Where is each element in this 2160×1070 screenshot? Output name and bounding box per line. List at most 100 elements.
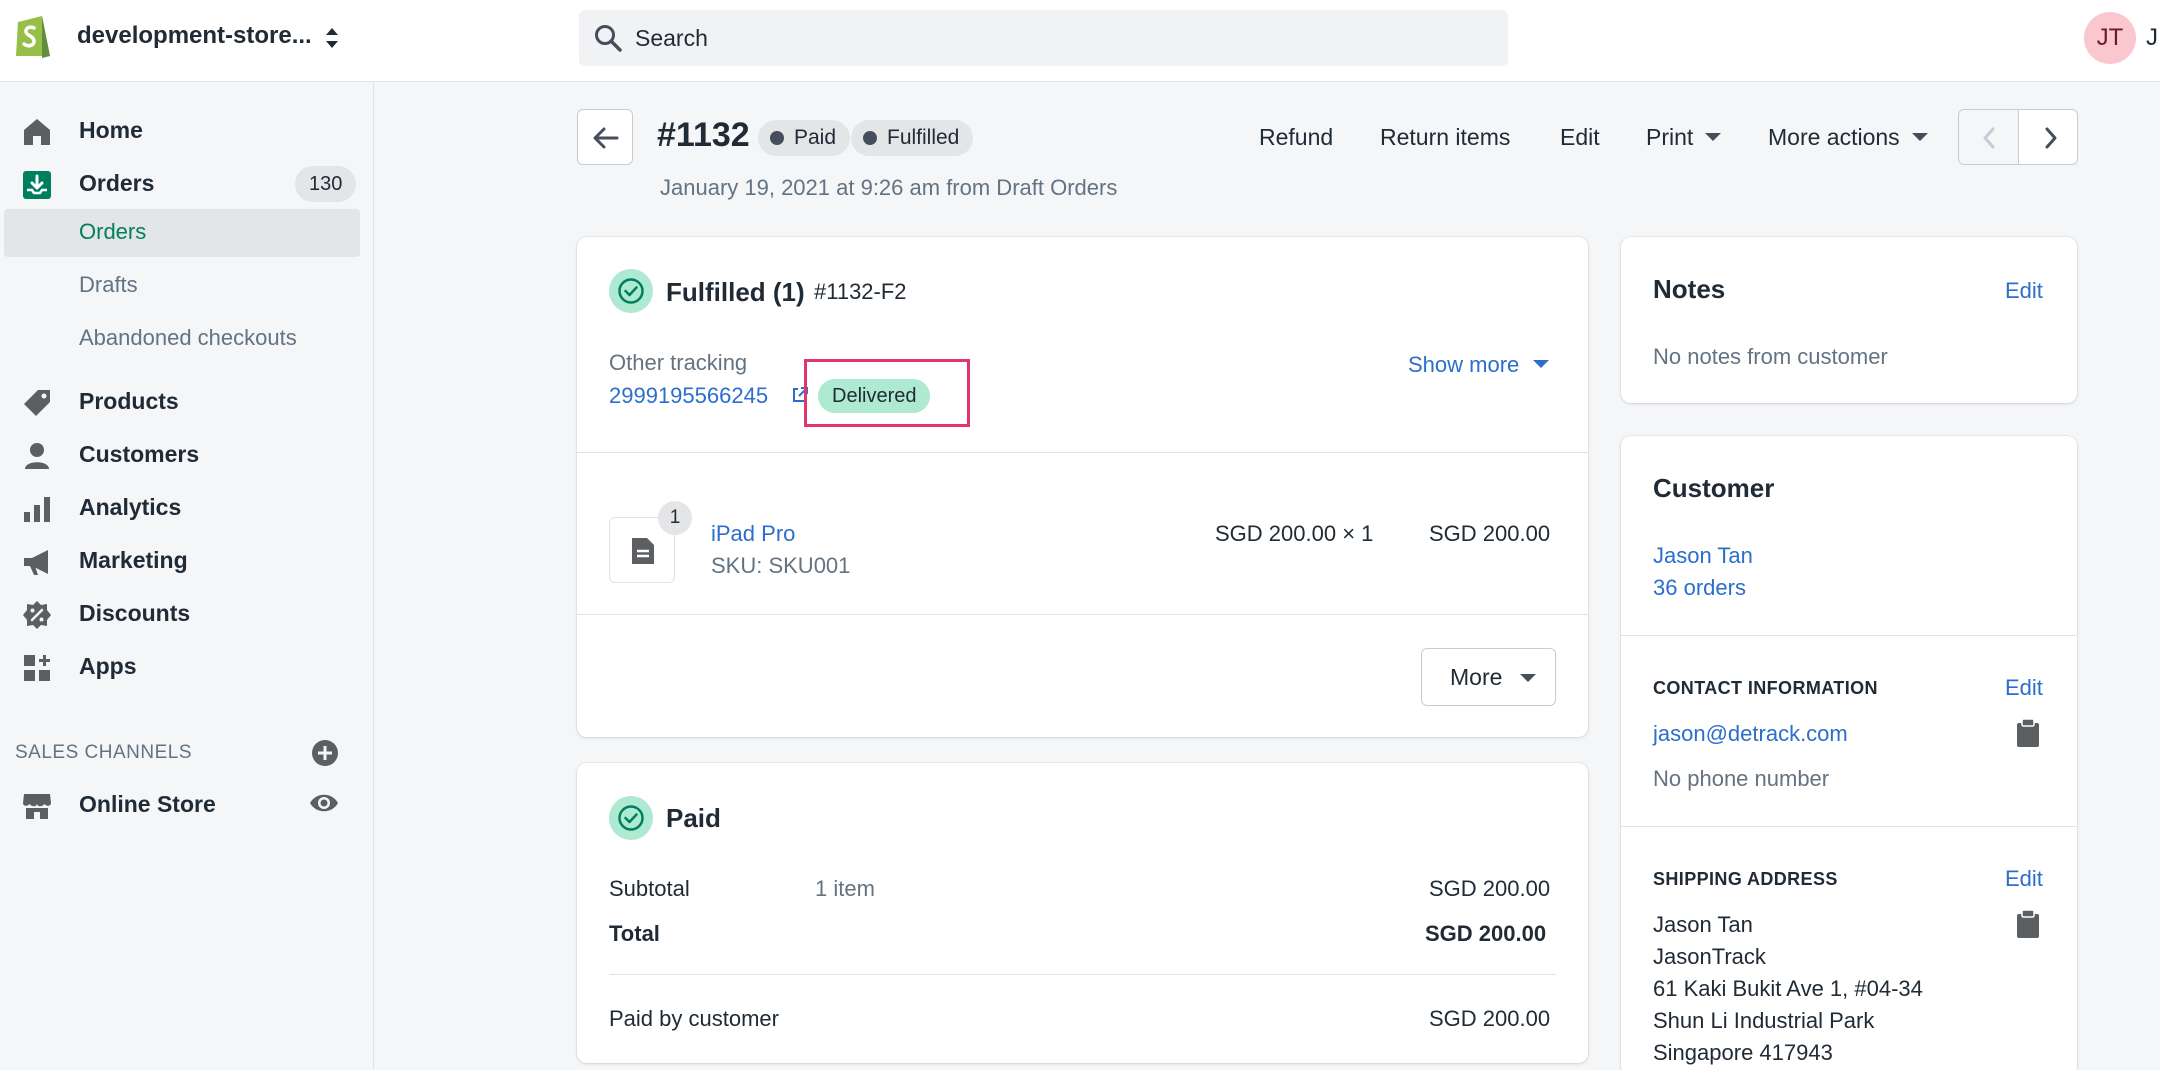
sidebar-item-label: Products bbox=[79, 388, 179, 414]
search-bar[interactable] bbox=[579, 10, 1508, 66]
print-label: Print bbox=[1646, 124, 1694, 150]
eye-icon[interactable] bbox=[308, 788, 340, 818]
divider bbox=[1621, 635, 2077, 636]
sidebar: Home Orders 130 Orders Drafts Abandoned … bbox=[0, 82, 374, 1070]
line-total: SGD 200.00 bbox=[1429, 521, 1551, 546]
divider bbox=[577, 452, 1588, 453]
tracking-label: Other tracking bbox=[609, 350, 748, 375]
add-circle-icon[interactable] bbox=[310, 738, 340, 768]
store-name[interactable]: development-store... bbox=[77, 22, 312, 50]
document-icon bbox=[632, 538, 654, 564]
product-name-link[interactable]: iPad Pro bbox=[711, 521, 795, 547]
contact-edit-link[interactable]: Edit bbox=[2005, 675, 2043, 701]
divider bbox=[1621, 826, 2077, 827]
clipboard-icon[interactable] bbox=[2015, 718, 2041, 748]
sidebar-item-products[interactable]: Products bbox=[0, 379, 374, 425]
edit-order-button[interactable]: Edit bbox=[1560, 124, 1600, 151]
customer-email-link[interactable]: jason@detrack.com bbox=[1653, 721, 1848, 747]
more-actions-dropdown[interactable]: More actions bbox=[1768, 124, 1928, 151]
sidebar-item-label: Marketing bbox=[79, 547, 188, 573]
print-dropdown[interactable]: Print bbox=[1646, 124, 1722, 151]
notes-card bbox=[1621, 237, 2077, 403]
order-pagination bbox=[1958, 109, 2078, 165]
status-dot-icon bbox=[770, 131, 784, 145]
orders-icon bbox=[23, 171, 51, 199]
notes-body: No notes from customer bbox=[1653, 344, 1888, 369]
top-bar: development-store... JT J bbox=[0, 0, 2160, 82]
sidebar-item-home[interactable]: Home bbox=[0, 108, 374, 154]
sidebar-item-label: Online Store bbox=[79, 791, 216, 817]
customer-name-link[interactable]: Jason Tan bbox=[1653, 543, 1753, 569]
sidebar-item-discounts[interactable]: Discounts bbox=[0, 591, 374, 637]
customer-orders-link[interactable]: 36 orders bbox=[1653, 575, 1746, 601]
sidebar-item-label: Abandoned checkouts bbox=[79, 325, 297, 350]
return-items-button[interactable]: Return items bbox=[1380, 124, 1510, 151]
avatar[interactable]: JT bbox=[2084, 12, 2136, 64]
user-name[interactable]: J bbox=[2146, 24, 2158, 52]
next-order-button[interactable] bbox=[2019, 110, 2079, 164]
sidebar-item-customers[interactable]: Customers bbox=[0, 432, 374, 478]
tracking-number-link[interactable]: 2999195566245 bbox=[609, 383, 768, 409]
more-button-label: More bbox=[1450, 664, 1503, 690]
chevron-right-icon bbox=[2045, 127, 2057, 149]
refund-button[interactable]: Refund bbox=[1259, 124, 1333, 151]
customer-card bbox=[1621, 436, 2077, 1070]
status-badge-label: Paid bbox=[794, 126, 837, 149]
paid-by-customer-label: Paid by customer bbox=[609, 1006, 779, 1031]
sidebar-item-label: Discounts bbox=[79, 600, 191, 626]
contact-information-heading: CONTACT INFORMATION bbox=[1653, 678, 1878, 698]
customer-title: Customer bbox=[1653, 473, 1775, 503]
fulfillment-id: #1132-F2 bbox=[814, 279, 907, 304]
page-title: #1132 bbox=[657, 116, 750, 154]
shipping-edit-link[interactable]: Edit bbox=[2005, 866, 2043, 892]
sidebar-subitem-orders[interactable]: Orders bbox=[4, 209, 360, 257]
tag-icon bbox=[24, 390, 50, 416]
notes-edit-link[interactable]: Edit bbox=[2005, 278, 2043, 304]
divider bbox=[609, 974, 1556, 975]
shipping-address-heading: SHIPPING ADDRESS bbox=[1653, 869, 1838, 889]
shopify-logo-icon[interactable] bbox=[12, 12, 54, 60]
search-input[interactable] bbox=[635, 10, 1485, 66]
sidebar-item-analytics[interactable]: Analytics bbox=[0, 485, 374, 531]
customer-phone: No phone number bbox=[1653, 766, 1830, 791]
more-button[interactable]: More bbox=[1421, 648, 1556, 706]
caret-down-icon bbox=[1911, 132, 1928, 141]
subtotal-items: 1 item bbox=[815, 876, 875, 901]
quantity-badge: 1 bbox=[658, 501, 692, 535]
back-button[interactable] bbox=[577, 109, 633, 165]
fulfilled-check-icon bbox=[609, 269, 653, 313]
selector-arrows-icon[interactable] bbox=[322, 24, 342, 52]
discount-icon bbox=[23, 601, 51, 629]
subtotal-label: Subtotal bbox=[609, 876, 690, 901]
address-line: Shun Li Industrial Park bbox=[1653, 1008, 1875, 1033]
sidebar-subitem-drafts[interactable]: Drafts bbox=[0, 262, 374, 310]
caret-down-icon bbox=[1705, 132, 1722, 141]
sidebar-item-label: Home bbox=[79, 117, 143, 143]
previous-order-button[interactable] bbox=[1959, 110, 2019, 164]
order-subtitle: January 19, 2021 at 9:26 am from Draft O… bbox=[660, 175, 1118, 200]
unit-price: SGD 200.00 × 1 bbox=[1215, 521, 1374, 546]
status-badge-label: Fulfilled bbox=[887, 126, 960, 149]
notes-title: Notes bbox=[1653, 274, 1726, 304]
sidebar-item-label: Drafts bbox=[79, 272, 138, 297]
apps-icon bbox=[24, 655, 50, 681]
sidebar-item-label: Orders bbox=[79, 219, 147, 244]
caret-down-icon bbox=[1520, 674, 1536, 682]
total-label: Total bbox=[609, 921, 660, 946]
chevron-left-icon bbox=[1983, 127, 1995, 149]
show-more-link[interactable]: Show more bbox=[1408, 352, 1550, 378]
address-line: 61 Kaki Bukit Ave 1, #04-34 bbox=[1653, 976, 1923, 1001]
clipboard-icon[interactable] bbox=[2015, 909, 2041, 939]
search-icon bbox=[595, 25, 622, 52]
sidebar-item-label: Apps bbox=[79, 653, 137, 679]
divider bbox=[577, 614, 1588, 615]
address-line: JasonTrack bbox=[1653, 944, 1766, 969]
sidebar-subitem-abandoned-checkouts[interactable]: Abandoned checkouts bbox=[0, 315, 374, 363]
caret-down-icon bbox=[1533, 360, 1550, 369]
sidebar-item-apps[interactable]: Apps bbox=[0, 644, 374, 690]
paid-title: Paid bbox=[666, 803, 721, 833]
sidebar-item-orders[interactable]: Orders 130 bbox=[0, 161, 374, 207]
store-icon bbox=[23, 794, 51, 819]
status-dot-icon bbox=[863, 131, 877, 145]
sidebar-item-marketing[interactable]: Marketing bbox=[0, 538, 374, 584]
